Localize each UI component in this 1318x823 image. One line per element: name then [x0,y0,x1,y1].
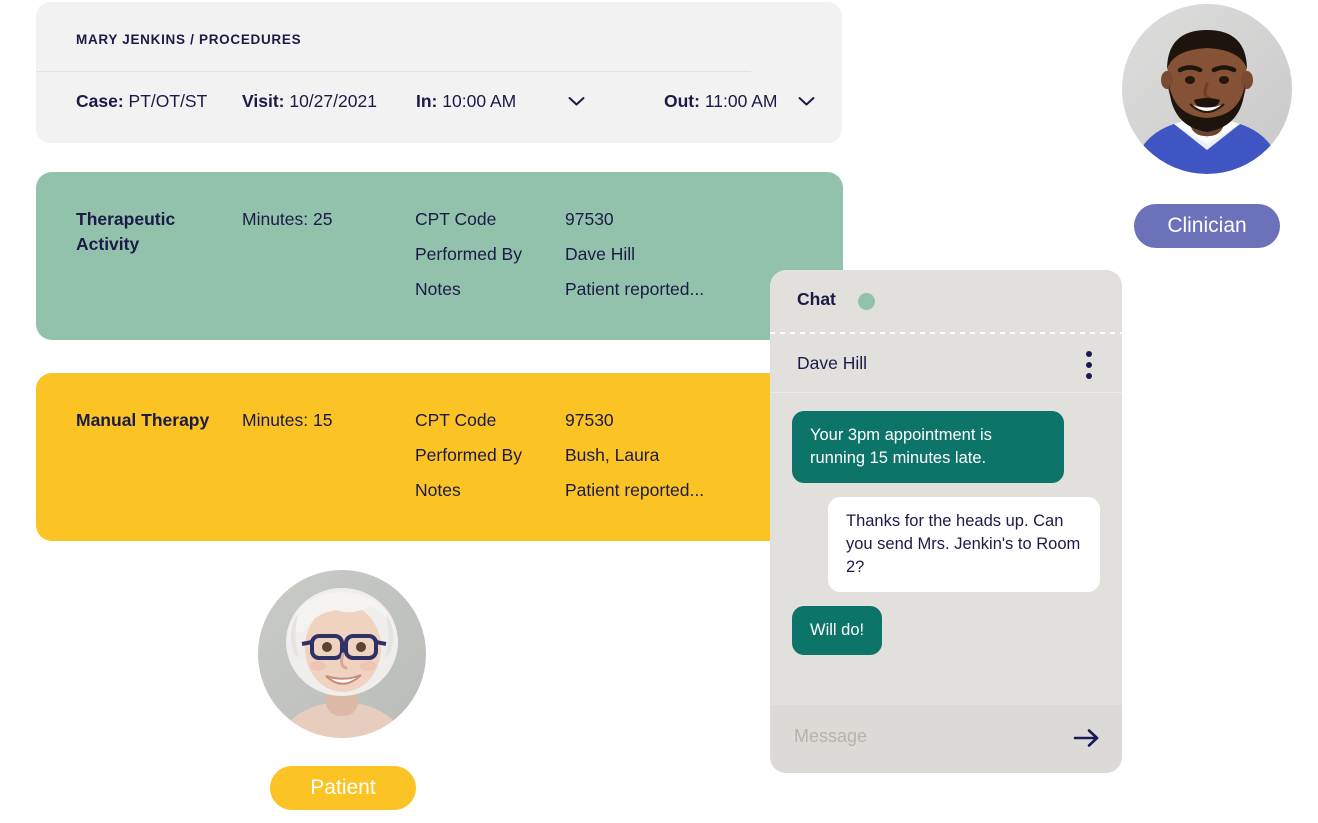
detail-row: CPT Code 97530 [415,207,795,242]
field-in-value: 10:00 AM [442,91,517,111]
header-divider [36,71,751,72]
chevron-down-icon[interactable] [798,88,816,114]
procedure-card[interactable]: Manual Therapy Minutes: 15 CPT Code 9753… [36,373,796,541]
breadcrumb: MARY JENKINS / PROCEDURES [76,32,302,47]
chevron-down-icon[interactable] [568,88,586,114]
detail-key: CPT Code [415,410,497,430]
detail-key: Performed By [415,445,522,465]
field-in-label: In: [416,91,438,111]
clinician-persona: Clinician [1122,4,1292,248]
field-case: Case: PT/OT/ST [76,88,207,114]
field-out-label: Out: [664,91,700,111]
detail-value: Patient reported... [565,279,705,299]
procedure-card[interactable]: Therapeutic Activity Minutes: 25 CPT Cod… [36,172,843,340]
detail-value: 97530 [565,410,614,430]
field-out[interactable]: Out: 11:00 AM [664,88,777,114]
detail-value: Bush, Laura [565,445,660,465]
procedure-name: Manual Therapy [76,410,210,430]
detail-row: Performed By Dave Hill [415,242,795,277]
message-input[interactable] [792,725,1046,748]
procedure-details: CPT Code 97530 Performed By Dave Hill No… [415,207,795,312]
detail-value: Dave Hill [565,244,636,264]
chat-panel: Chat Dave Hill Your 3pm appointment is r… [770,270,1122,773]
chat-input-bar [770,705,1122,773]
kebab-dot [1086,351,1092,357]
detail-value: 97530 [565,209,614,229]
detail-key: Performed By [415,244,522,264]
clinician-avatar [1122,4,1292,174]
visit-header-card: MARY JENKINS / PROCEDURES Case: PT/OT/ST… [36,2,842,143]
field-visit: Visit: 10/27/2021 [242,88,377,114]
procedure-details: CPT Code 97530 Performed By Bush, Laura … [415,408,795,513]
visit-fields: Case: PT/OT/ST Visit: 10/27/2021 In: 10:… [76,88,816,116]
field-case-value: PT/OT/ST [128,91,208,111]
patient-role-badge: Patient [270,766,416,810]
detail-key: Notes [415,279,461,299]
field-visit-label: Visit: [242,91,285,111]
patient-persona: Patient [258,570,426,810]
detail-row: Notes Patient reported... [415,478,795,513]
online-status-icon [858,293,875,310]
kebab-dot [1086,362,1092,368]
detail-row: CPT Code 97530 [415,408,795,443]
field-in[interactable]: In: 10:00 AM [416,88,516,114]
chat-contact-name: Dave Hill [797,353,868,373]
patient-avatar [258,570,426,738]
detail-key: Notes [415,480,461,500]
detail-row: Performed By Bush, Laura [415,443,795,478]
procedure-minutes: Minutes: 25 [242,209,333,229]
field-visit-value: 10/27/2021 [289,91,377,111]
clinician-role-badge: Clinician [1134,204,1280,248]
chat-contact-row[interactable]: Dave Hill [770,334,1122,392]
chat-title: Chat [797,289,836,309]
kebab-menu-icon[interactable] [1078,351,1100,379]
procedure-minutes: Minutes: 15 [242,410,333,430]
detail-value: Patient reported... [565,480,705,500]
chat-message-outgoing: Thanks for the heads up. Can you send Mr… [828,497,1100,592]
chat-header: Chat [770,270,1122,332]
kebab-dot [1086,373,1092,379]
detail-key: CPT Code [415,209,497,229]
procedure-name: Therapeutic Activity [76,209,176,254]
field-case-label: Case: [76,91,124,111]
chat-message-incoming: Your 3pm appointment is running 15 minut… [792,411,1064,483]
field-out-value: 11:00 AM [704,91,778,111]
detail-row: Notes Patient reported... [415,277,795,312]
chat-message-incoming: Will do! [792,606,883,655]
chat-message-list: Your 3pm appointment is running 15 minut… [770,393,1122,705]
send-message-button[interactable] [1070,723,1104,755]
